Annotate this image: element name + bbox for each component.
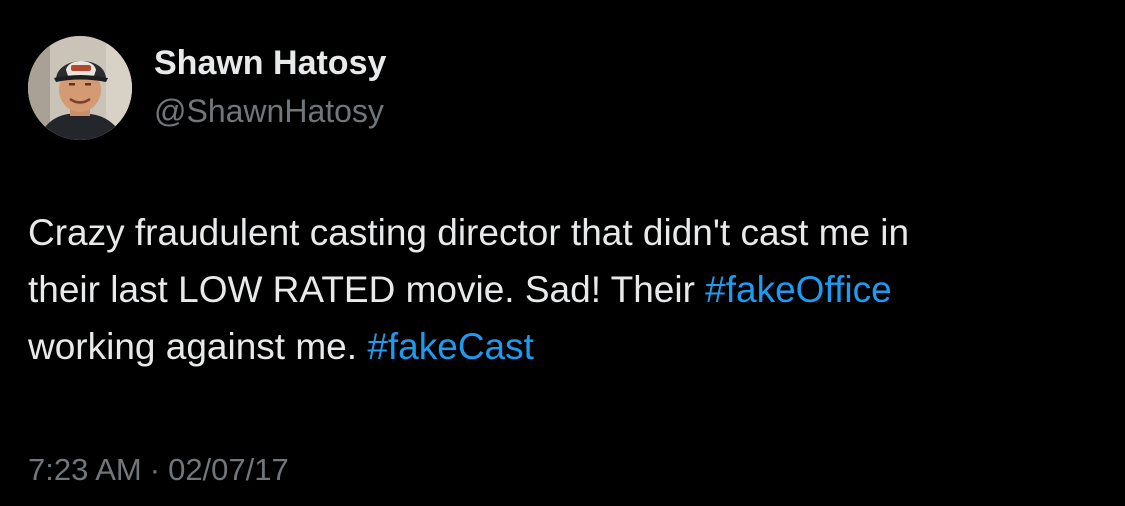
hashtag-link-fakecast[interactable]: #fakeCast — [367, 326, 534, 367]
tweet-text-segment: their last LOW RATED movie. Sad! Their — [28, 269, 706, 310]
meta-separator: · — [149, 452, 161, 487]
author-display-name[interactable]: Shawn Hatosy — [154, 41, 386, 85]
tweet-text-line-2: their last LOW RATED movie. Sad! Their #… — [28, 261, 1108, 318]
tweet-time: 7:23 AM — [28, 452, 142, 487]
profile-photo-icon[interactable] — [28, 36, 132, 140]
tweet-timestamp[interactable]: 7:23 AM · 02/07/17 — [28, 448, 289, 492]
tweet-text: Crazy fraudulent casting director that d… — [28, 204, 1108, 375]
tweet-date: 02/07/17 — [168, 452, 289, 487]
tweet-text-segment: working against me. — [28, 326, 368, 367]
tweet: Shawn Hatosy @ShawnHatosy Crazy fraudule… — [0, 0, 1125, 506]
tweet-text-line-3: working against me. #fakeCast — [28, 318, 1108, 375]
hashtag-link-fakeoffice[interactable]: #fakeOffice — [705, 269, 891, 310]
author-handle[interactable]: @ShawnHatosy — [154, 89, 384, 133]
tweet-text-line-1: Crazy fraudulent casting director that d… — [28, 212, 910, 253]
